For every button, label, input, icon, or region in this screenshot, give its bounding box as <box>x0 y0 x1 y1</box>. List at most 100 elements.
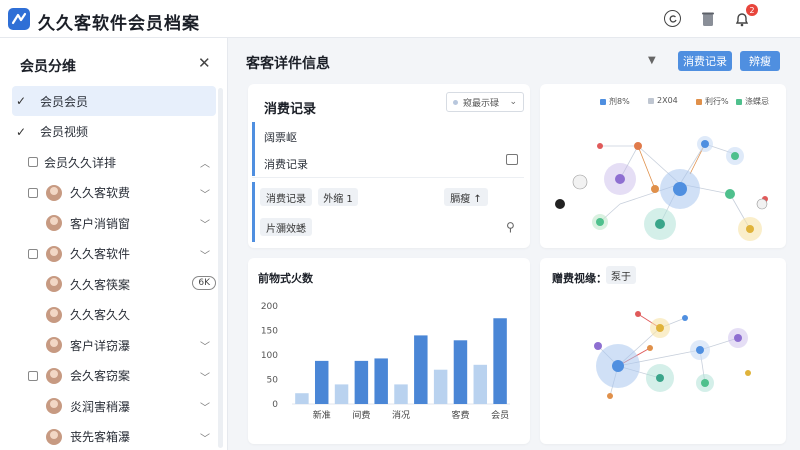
bar[interactable] <box>493 318 507 404</box>
records-title: 消费记录 <box>264 102 317 117</box>
chevron-down-icon[interactable]: ﹀ <box>200 216 210 231</box>
chevron-down-icon[interactable]: ▼ <box>648 55 656 66</box>
chart-card: 前物式火数 0 50 100 150 200 新准 间费 消况 客费 会员 <box>248 258 530 444</box>
sidebar-item[interactable]: 客户消销窗 ﹀ <box>12 208 216 238</box>
sidebar-item-label: 客户消销窗 <box>70 216 131 231</box>
count-pill: 6K <box>192 276 216 290</box>
sidebar-item-label: 会久客窃案 <box>70 369 131 383</box>
bar[interactable] <box>453 340 468 404</box>
y-tick-label: 0 <box>272 400 278 410</box>
avatar <box>46 306 62 323</box>
network-graph-top <box>555 136 768 241</box>
x-tick-label: 客费 <box>451 409 469 421</box>
legend-swatch <box>736 98 742 105</box>
consumption-records-button[interactable]: 消费记录 <box>678 51 732 71</box>
sidebar-item-label: 丧先客箱瀑 <box>70 430 131 444</box>
checkbox[interactable] <box>28 248 38 259</box>
sidebar-scrollbar[interactable] <box>218 88 223 448</box>
secondary-button[interactable]: 辨瘦 <box>740 51 780 71</box>
sidebar-item-label: 会员会员 <box>40 94 89 109</box>
dot-icon <box>453 100 458 105</box>
legend-swatch <box>648 97 654 104</box>
avatar <box>46 184 62 201</box>
bar[interactable] <box>334 384 349 404</box>
bar[interactable] <box>433 369 448 404</box>
avatar <box>46 398 62 414</box>
record-row[interactable]: 消费记录 <box>264 156 308 172</box>
legend-swatch <box>600 98 606 105</box>
close-icon[interactable]: ✕ <box>198 54 211 72</box>
notification-badge: 2 <box>746 4 758 16</box>
bar[interactable] <box>374 358 388 404</box>
expand-icon[interactable] <box>506 154 518 165</box>
trash-icon[interactable] <box>698 9 718 29</box>
filter-tag[interactable]: 消费记录 <box>260 188 312 206</box>
chevron-down-icon[interactable]: ﹀ <box>200 247 210 262</box>
sidebar-item[interactable]: 会久客窃案 ﹀ <box>12 361 216 391</box>
sidebar-item-label: 炎润害稍瀑 <box>70 399 131 414</box>
bar[interactable] <box>354 360 369 404</box>
legend-label: 涤蝶忌 <box>745 97 769 106</box>
x-tick-label: 会员 <box>491 409 509 421</box>
divider <box>252 177 524 178</box>
filter-tag[interactable]: 外缩 1 <box>318 188 358 206</box>
sidebar-item[interactable]: 久久客软费 ﹀ <box>12 178 216 208</box>
sort-tag[interactable]: 膈瘦 ↑ <box>444 188 488 206</box>
bar[interactable] <box>394 384 408 404</box>
bar[interactable] <box>473 364 488 404</box>
chevron-down-icon[interactable]: ﹀ <box>200 399 210 414</box>
sidebar-item[interactable]: 丧先客箱瀑 ﹀ <box>12 422 216 450</box>
filter-tag[interactable]: 片瀰效蟋 <box>260 218 312 236</box>
records-select-value: 窥最示碌 <box>463 98 500 109</box>
y-tick-label: 100 <box>261 351 278 361</box>
checkbox[interactable] <box>28 370 38 381</box>
sidebar-item-label: 客户详窃瀑 <box>70 338 131 353</box>
legend-label: 利行% <box>705 97 729 106</box>
y-tick-label: 150 <box>261 327 278 337</box>
x-tick-label: 消况 <box>392 409 410 421</box>
record-row[interactable]: 阔票岖 <box>264 129 297 145</box>
sidebar-item[interactable]: 久久客软件 ﹀ <box>12 239 216 269</box>
sidebar-item[interactable]: 会员久久详排 ︿ <box>12 147 216 177</box>
sidebar-item[interactable]: ✓ 会员会员 <box>12 86 216 116</box>
records-select[interactable]: 窥最示碌 ⌄ <box>446 92 524 112</box>
checkbox[interactable] <box>28 157 38 167</box>
page-title: 客客详件信息 <box>246 56 330 72</box>
legend-item: 利行% <box>696 96 729 107</box>
sidebar-item[interactable]: ✓ 会员视频 <box>12 117 216 147</box>
chevron-down-icon[interactable]: ﹀ <box>200 338 210 353</box>
chevron-down-icon[interactable]: ﹀ <box>200 369 210 384</box>
network-card-top: 剂8% 2X04 利行% 涤蝶忌 <box>540 84 786 248</box>
sidebar-item[interactable]: 久久客筷案 6K <box>12 269 216 299</box>
legend-item: 涤蝶忌 <box>736 96 769 107</box>
sidebar: 会员分维 ✕ ✓ 会员会员 ✓ 会员视频 会员久久详排 ︿ 久久客软费 ﹀ 客户消销窗 ﹀ 久久客软… <box>0 38 228 450</box>
legend-label: 2X04 <box>657 96 678 105</box>
network-card-bottom: 赠费视缘： 泵于 <box>540 258 786 444</box>
bar[interactable] <box>314 360 329 404</box>
link-icon[interactable]: ⚲ <box>506 220 515 234</box>
refresh-icon[interactable] <box>664 10 681 27</box>
sidebar-item[interactable]: 炎润害稍瀑 ﹀ <box>12 391 216 421</box>
sidebar-item-label: 久久客久久 <box>70 308 131 322</box>
avatar <box>46 428 62 445</box>
sidebar-title: 会员分维 <box>20 59 76 75</box>
avatar <box>46 367 62 384</box>
checkbox[interactable] <box>28 187 38 198</box>
chevron-down-icon[interactable]: ﹀ <box>200 430 210 445</box>
x-tick-label: 间费 <box>352 409 370 421</box>
chevron-down-icon: ⌄ <box>509 97 517 107</box>
app-logo-icon <box>8 8 30 30</box>
avatar <box>46 215 62 231</box>
chevron-down-icon[interactable]: ﹀ <box>200 186 210 201</box>
avatar <box>46 337 62 353</box>
sidebar-item-label: 会员久久详排 <box>44 155 117 170</box>
bar[interactable] <box>295 393 309 404</box>
y-tick-label: 50 <box>267 376 279 386</box>
chevron-up-icon[interactable]: ︿ <box>200 155 210 170</box>
check-icon: ✓ <box>16 124 27 139</box>
legend-item: 剂8% <box>600 96 630 107</box>
bar[interactable] <box>414 335 428 404</box>
x-tick-label: 新准 <box>313 409 331 421</box>
sidebar-item[interactable]: 久久客久久 <box>12 300 216 330</box>
sidebar-item[interactable]: 客户详窃瀑 ﹀ <box>12 330 216 360</box>
